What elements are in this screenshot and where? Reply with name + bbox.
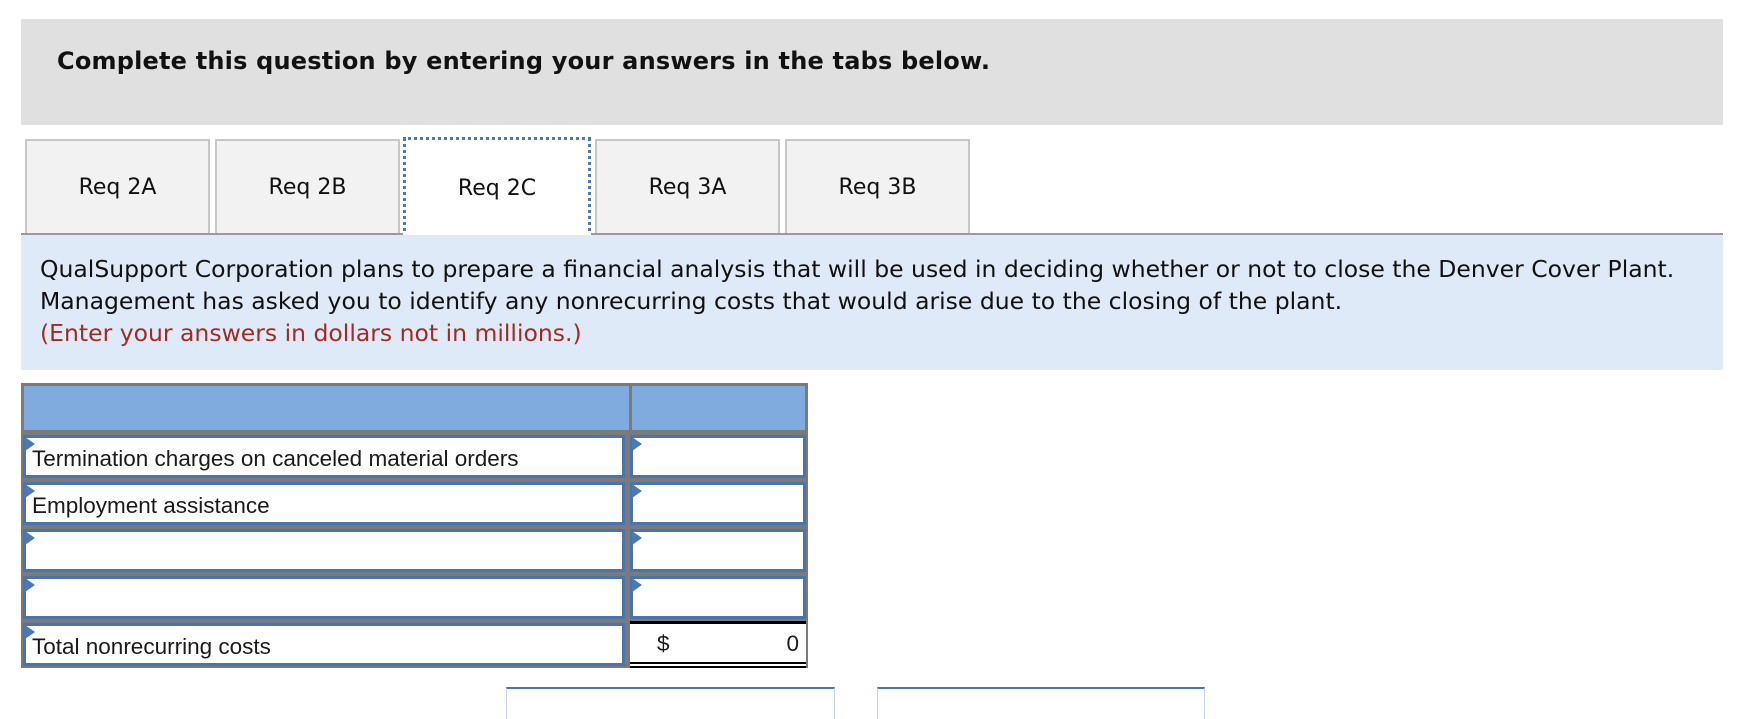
instruction-banner: Complete this question by entering your … [21,19,1723,125]
total-label: Total nonrecurring costs [32,634,271,659]
row-label-cell[interactable]: Employment assistance [23,482,625,525]
table-row [21,527,808,574]
nonrecurring-costs-table: Termination charges on canceled material… [21,383,808,668]
row-value-input[interactable] [630,529,806,572]
table-row: Employment assistance [21,480,808,527]
row-label: Termination charges on canceled material… [32,446,519,471]
input-marker-icon [632,437,642,451]
table-row [21,574,808,621]
question-description: QualSupport Corporation plans to prepare… [21,235,1723,370]
input-marker-icon [25,531,35,545]
double-underline [630,662,806,664]
currency-symbol: $ [657,631,670,656]
input-marker-icon [632,484,642,498]
requirement-tabs: Req 2A Req 2B Req 2C Req 3A Req 3B [21,137,1723,239]
row-value-input[interactable] [630,482,806,525]
row-label-cell[interactable] [23,529,625,572]
tab-req-2a[interactable]: Req 2A [25,139,210,233]
tab-label: Req 2B [268,174,347,200]
tab-label: Req 3B [838,174,917,200]
row-label: Employment assistance [32,493,270,518]
row-value-input[interactable] [630,576,806,619]
description-text: QualSupport Corporation plans to prepare… [40,253,1710,349]
instruction-text: Complete this question by entering your … [57,47,991,75]
tab-req-3a[interactable]: Req 3A [595,139,780,233]
row-value-input[interactable] [630,435,806,478]
table-header [21,383,808,436]
tab-req-3b[interactable]: Req 3B [785,139,970,233]
tab-req-2c[interactable]: Req 2C [403,137,591,239]
input-marker-icon [632,531,642,545]
total-value-cell: $ 0 [630,621,808,668]
tab-label: Req 2A [78,174,157,200]
total-amount: 0 [786,631,799,656]
tab-label: Req 2C [457,175,537,201]
table-row: Termination charges on canceled material… [21,433,808,480]
double-underline [630,666,806,668]
total-label-cell[interactable]: Total nonrecurring costs [23,623,625,666]
row-label-cell[interactable] [23,576,625,619]
total-top-rule [630,621,806,624]
input-marker-icon [632,578,642,592]
description-note: (Enter your answers in dollars not in mi… [40,319,582,347]
row-label-cell[interactable]: Termination charges on canceled material… [23,435,625,478]
tab-label: Req 3A [648,174,727,200]
input-marker-icon [25,578,35,592]
description-body: QualSupport Corporation plans to prepare… [40,255,1675,315]
total-row: Total nonrecurring costs $ 0 [21,621,808,668]
header-divider [629,386,632,436]
tab-req-2b[interactable]: Req 2B [215,139,400,233]
